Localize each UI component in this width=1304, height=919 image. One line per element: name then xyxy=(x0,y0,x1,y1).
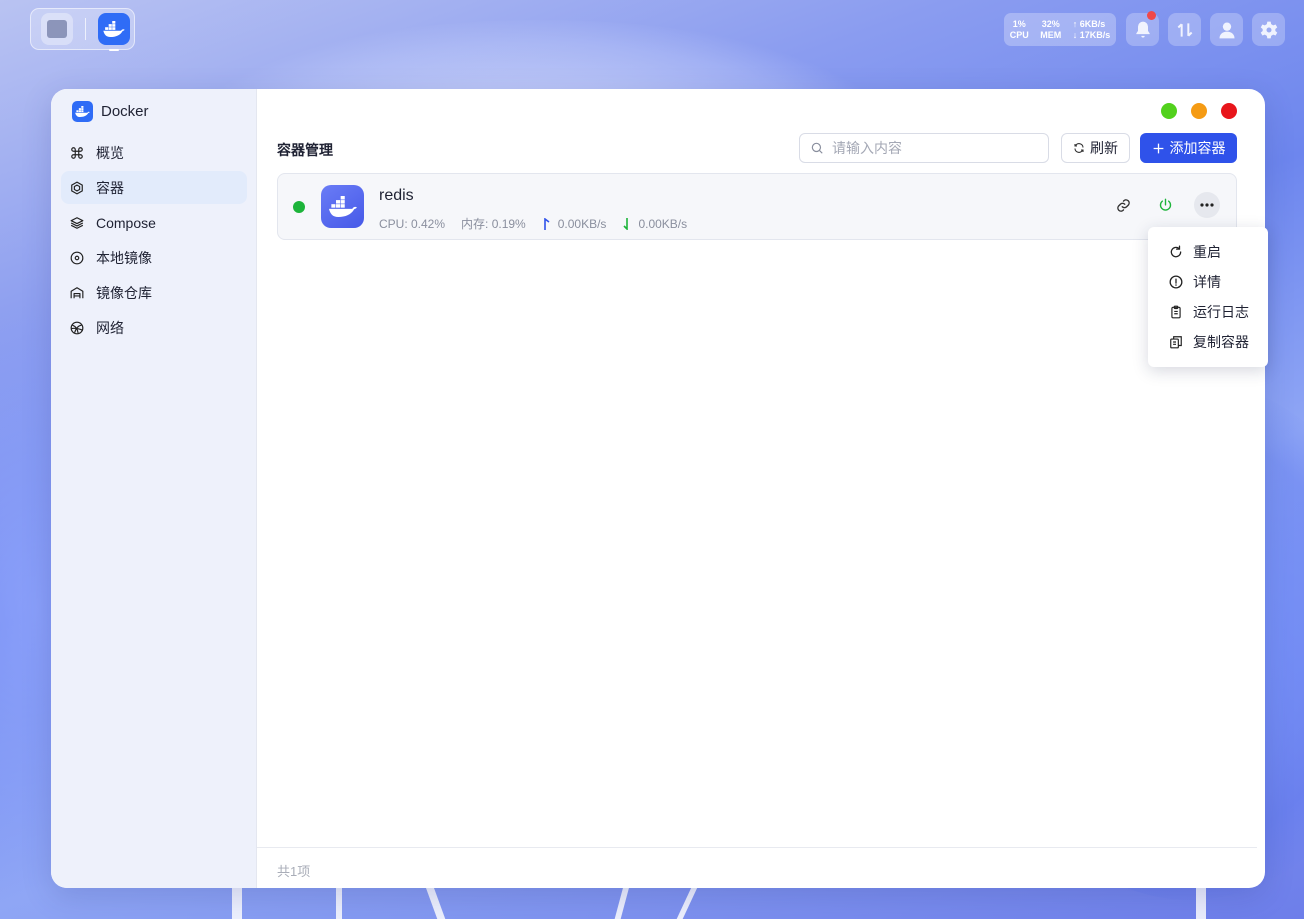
sidebar-item-label: 镜像仓库 xyxy=(96,284,152,301)
transfer-button[interactable] xyxy=(1168,13,1201,46)
search-icon xyxy=(811,142,823,154)
notification-button[interactable] xyxy=(1126,11,1159,46)
menu-item-details[interactable]: 详情 xyxy=(1148,267,1268,297)
sidebar-item-label: 容器 xyxy=(96,179,124,196)
docker-whale-icon xyxy=(321,185,364,228)
link-icon xyxy=(1116,198,1130,212)
app-title: Docker xyxy=(72,101,149,122)
system-stats-widget[interactable]: 1% CPU 32% MEM ↑ 6KB/s ↓ 17KB/s xyxy=(1004,13,1116,46)
upload-arrow-icon xyxy=(543,217,550,230)
transfer-icon xyxy=(1177,22,1192,37)
close-button[interactable] xyxy=(1221,103,1237,119)
power-button[interactable] xyxy=(1152,192,1178,218)
more-icon xyxy=(1200,203,1214,207)
settings-button[interactable] xyxy=(1252,13,1285,46)
refresh-icon xyxy=(1074,143,1084,153)
item-count: 共1项 xyxy=(277,864,311,879)
bell-icon xyxy=(1135,21,1150,37)
clipboard-icon xyxy=(1171,305,1181,319)
maximize-button[interactable] xyxy=(1161,103,1177,119)
link-button[interactable] xyxy=(1110,192,1136,218)
cpu-stat: CPU: 0.42% xyxy=(379,216,446,231)
sidebar-item-registry[interactable]: 镜像仓库 xyxy=(61,276,247,309)
sidebar-item-compose[interactable]: Compose xyxy=(61,206,247,239)
more-options-button[interactable] xyxy=(1194,192,1220,218)
container-context-menu: 重启 详情 运行日志 复制容器 xyxy=(1148,227,1268,367)
menu-item-logs[interactable]: 运行日志 xyxy=(1148,297,1268,327)
cpu-usage: 1% CPU xyxy=(1009,18,1029,40)
disc-icon xyxy=(70,251,84,264)
menu-item-copy[interactable]: 复制容器 xyxy=(1148,327,1268,357)
hexagon-icon xyxy=(71,180,83,195)
upload-stat: 0.00KB/s xyxy=(542,217,606,231)
dock-divider xyxy=(85,18,86,40)
search-box[interactable] xyxy=(799,133,1049,163)
list-footer: 共1项 xyxy=(257,847,1257,888)
desktop-app-icon[interactable] xyxy=(41,13,73,45)
sidebar: Docker 概览 容器 Compose 本地镜像 镜像仓库 网络 xyxy=(51,89,257,888)
command-icon xyxy=(71,146,83,159)
download-stat: 0.00KB/s xyxy=(622,217,687,231)
memory-usage: 32% MEM xyxy=(1040,18,1062,40)
network-speed: ↑ 6KB/s ↓ 17KB/s xyxy=(1072,18,1111,40)
sidebar-item-label: Compose xyxy=(96,214,156,231)
add-container-button[interactable]: 添加容器 xyxy=(1140,133,1237,163)
globe-icon xyxy=(70,321,84,334)
warehouse-icon xyxy=(70,286,84,298)
power-icon xyxy=(1159,198,1171,211)
main-panel: 容器管理 刷新 添加容器 redis CPU: 0.42% xyxy=(257,89,1265,888)
sidebar-item-containers[interactable]: 容器 xyxy=(61,171,247,204)
menu-item-restart[interactable]: 重启 xyxy=(1148,237,1268,267)
restart-icon xyxy=(1170,245,1182,258)
layers-icon xyxy=(70,216,84,229)
sidebar-nav: 概览 容器 Compose 本地镜像 镜像仓库 网络 xyxy=(61,136,247,346)
page-title: 容器管理 xyxy=(277,142,333,158)
sidebar-item-overview[interactable]: 概览 xyxy=(61,136,247,169)
sidebar-item-network[interactable]: 网络 xyxy=(61,311,247,344)
plus-icon xyxy=(1153,143,1163,153)
docker-logo-icon xyxy=(72,101,93,122)
search-input[interactable] xyxy=(832,140,1022,156)
sidebar-item-label: 本地镜像 xyxy=(96,249,152,266)
sidebar-item-label: 概览 xyxy=(96,144,124,161)
app-name: Docker xyxy=(101,103,149,120)
docker-app-icon[interactable] xyxy=(98,13,130,51)
taskbar-dock xyxy=(30,8,135,51)
copy-icon xyxy=(1170,336,1182,349)
notification-badge xyxy=(1147,11,1156,20)
running-status-indicator xyxy=(293,201,305,213)
info-icon xyxy=(1169,275,1183,289)
window-controls xyxy=(1161,103,1237,119)
user-button[interactable] xyxy=(1210,13,1243,46)
download-arrow-icon xyxy=(623,217,629,230)
sidebar-item-local-images[interactable]: 本地镜像 xyxy=(61,241,247,274)
container-stats: CPU: 0.42% 内存: 0.19% 0.00KB/s 0.00KB/s xyxy=(379,215,687,232)
gear-icon xyxy=(1260,21,1277,38)
memory-stat: 内存: 0.19% xyxy=(461,217,526,231)
docker-window: Docker 概览 容器 Compose 本地镜像 镜像仓库 网络 容器管理 请… xyxy=(51,89,1265,888)
refresh-label: 刷新 xyxy=(1090,140,1118,156)
container-actions xyxy=(1110,192,1220,218)
container-name: redis xyxy=(379,187,414,204)
user-icon xyxy=(1219,22,1234,38)
add-container-label: 添加容器 xyxy=(1169,140,1226,156)
minimize-button[interactable] xyxy=(1191,103,1207,119)
refresh-button[interactable]: 刷新 xyxy=(1061,133,1130,163)
sidebar-item-label: 网络 xyxy=(96,319,124,336)
container-card[interactable]: redis CPU: 0.42% 内存: 0.19% 0.00KB/s 0.00… xyxy=(277,173,1237,240)
